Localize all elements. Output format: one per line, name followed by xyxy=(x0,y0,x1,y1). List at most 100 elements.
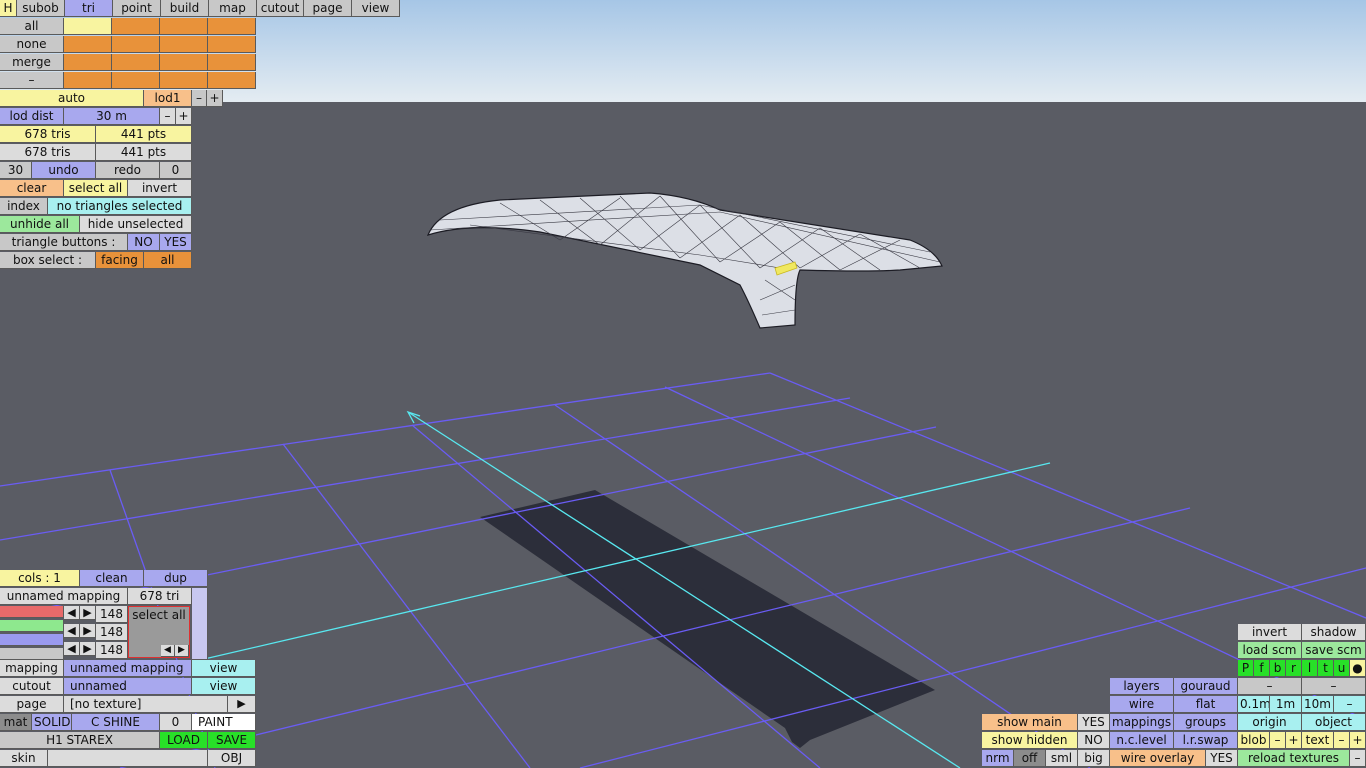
show-main-value[interactable]: YES xyxy=(1078,714,1110,731)
sml-button[interactable]: sml xyxy=(1046,750,1078,767)
view-r-button[interactable]: r xyxy=(1286,660,1302,677)
swatch-left-arrow-icon[interactable]: ◀ xyxy=(161,645,175,657)
view-b-button[interactable]: b xyxy=(1270,660,1286,677)
lod-minus-button[interactable]: – xyxy=(192,90,207,107)
hide-unselected-button[interactable]: hide unselected xyxy=(80,216,192,233)
invert-button[interactable]: invert xyxy=(128,180,192,197)
wire-button[interactable]: wire xyxy=(1110,696,1174,713)
cols-button[interactable]: cols : 1 xyxy=(0,570,80,587)
group-slot[interactable] xyxy=(160,36,208,53)
green-slider[interactable] xyxy=(0,620,64,632)
blob-minus-button[interactable]: – xyxy=(1270,732,1286,749)
mapping-view-button[interactable]: view xyxy=(192,660,256,677)
clean-button[interactable]: clean xyxy=(80,570,144,587)
lod-dist-minus-button[interactable]: – xyxy=(160,108,176,125)
off-button[interactable]: off xyxy=(1014,750,1046,767)
reload-minus-button[interactable]: – xyxy=(1350,750,1366,767)
index-button[interactable]: index xyxy=(0,198,48,215)
mappings-button[interactable]: mappings xyxy=(1110,714,1174,731)
group-slot[interactable] xyxy=(64,36,112,53)
tab-subob[interactable]: subob xyxy=(17,0,65,17)
view-dot-icon[interactable]: ● xyxy=(1350,660,1366,677)
group-slot[interactable] xyxy=(208,54,256,71)
shadow-button[interactable]: shadow xyxy=(1302,624,1366,641)
triangle-buttons-yes[interactable]: YES xyxy=(160,234,192,251)
green-right-arrow-icon[interactable]: ▶ xyxy=(80,624,96,638)
blob-plus-button[interactable]: + xyxy=(1286,732,1302,749)
save-scm-button[interactable]: save scm xyxy=(1302,642,1366,659)
blue-right-arrow-icon[interactable]: ▶ xyxy=(80,642,96,656)
redo-button[interactable]: redo xyxy=(96,162,160,179)
flat-button[interactable]: flat xyxy=(1174,696,1238,713)
big-button[interactable]: big xyxy=(1078,750,1110,767)
step-1m-button[interactable]: 1m xyxy=(1270,696,1302,713)
nc-level-button[interactable]: n.c.level xyxy=(1110,732,1174,749)
unhide-all-button[interactable]: unhide all xyxy=(0,216,80,233)
layers-button[interactable]: layers xyxy=(1110,678,1174,695)
step-0-1m-button[interactable]: 0.1m xyxy=(1238,696,1270,713)
triangle-buttons-no[interactable]: NO xyxy=(128,234,160,251)
wire-overlay-button[interactable]: wire overlay xyxy=(1110,750,1206,767)
solid-button[interactable]: SOLID xyxy=(32,714,72,731)
group-slot[interactable] xyxy=(208,36,256,53)
paint-button[interactable]: PAINT xyxy=(192,714,256,731)
group-slot[interactable] xyxy=(160,18,208,35)
group-dash-button[interactable]: – xyxy=(0,72,64,89)
tab-point[interactable]: point xyxy=(113,0,161,17)
gouraud-button[interactable]: gouraud xyxy=(1174,678,1238,695)
step-minus-button[interactable]: – xyxy=(1334,696,1366,713)
dash-button-1[interactable]: – xyxy=(1238,678,1302,695)
text-plus-button[interactable]: + xyxy=(1350,732,1366,749)
mapping-scrollbar[interactable] xyxy=(192,588,208,660)
cutout-view-button[interactable]: view xyxy=(192,678,256,695)
skin-button[interactable]: skin xyxy=(0,750,48,767)
red-right-arrow-icon[interactable]: ▶ xyxy=(80,606,96,620)
tab-build[interactable]: build xyxy=(161,0,209,17)
object-button[interactable]: object xyxy=(1302,714,1366,731)
group-slot[interactable] xyxy=(64,72,112,89)
select-all-button[interactable]: select all xyxy=(64,180,128,197)
group-merge-button[interactable]: merge xyxy=(0,54,64,71)
green-left-arrow-icon[interactable]: ◀ xyxy=(64,624,80,638)
lod-button[interactable]: lod1 xyxy=(144,90,192,107)
blue-left-arrow-icon[interactable]: ◀ xyxy=(64,642,80,656)
group-slot[interactable] xyxy=(64,18,112,35)
load-scm-button[interactable]: load scm xyxy=(1238,642,1302,659)
reload-textures-button[interactable]: reload textures xyxy=(1238,750,1350,767)
dup-button[interactable]: dup xyxy=(144,570,208,587)
group-slot[interactable] xyxy=(208,72,256,89)
load-button[interactable]: LOAD xyxy=(160,732,208,749)
view-t-button[interactable]: t xyxy=(1318,660,1334,677)
group-slot[interactable] xyxy=(160,72,208,89)
text-minus-button[interactable]: – xyxy=(1334,732,1350,749)
show-hidden-label[interactable]: show hidden xyxy=(982,732,1078,749)
swatch-right-arrow-icon[interactable]: ▶ xyxy=(175,645,189,657)
tab-map[interactable]: map xyxy=(209,0,257,17)
auto-button[interactable]: auto xyxy=(0,90,144,107)
view-f-button[interactable]: f xyxy=(1254,660,1270,677)
group-slot[interactable] xyxy=(64,54,112,71)
box-select-all[interactable]: all xyxy=(144,252,192,269)
h-button[interactable]: H xyxy=(0,0,17,17)
red-slider[interactable] xyxy=(0,606,64,618)
step-10m-button[interactable]: 10m xyxy=(1302,696,1334,713)
page-value[interactable]: [no texture] xyxy=(64,696,228,713)
show-main-label[interactable]: show main xyxy=(982,714,1078,731)
tab-view[interactable]: view xyxy=(352,0,400,17)
group-all-button[interactable]: all xyxy=(0,18,64,35)
view-p-button[interactable]: P xyxy=(1238,660,1254,677)
view-invert-button[interactable]: invert xyxy=(1238,624,1302,641)
lod-plus-button[interactable]: + xyxy=(207,90,223,107)
box-select-facing[interactable]: facing xyxy=(96,252,144,269)
clear-button[interactable]: clear xyxy=(0,180,64,197)
tab-cutout[interactable]: cutout xyxy=(257,0,304,17)
alpha-slider[interactable] xyxy=(0,648,64,660)
nrm-button[interactable]: nrm xyxy=(982,750,1014,767)
view-u-button[interactable]: u xyxy=(1334,660,1350,677)
group-slot[interactable] xyxy=(112,18,160,35)
cutout-value[interactable]: unnamed xyxy=(64,678,192,695)
tab-page[interactable]: page xyxy=(304,0,352,17)
tab-tri[interactable]: tri xyxy=(65,0,113,17)
dash-button-2[interactable]: – xyxy=(1302,678,1366,695)
origin-button[interactable]: origin xyxy=(1238,714,1302,731)
